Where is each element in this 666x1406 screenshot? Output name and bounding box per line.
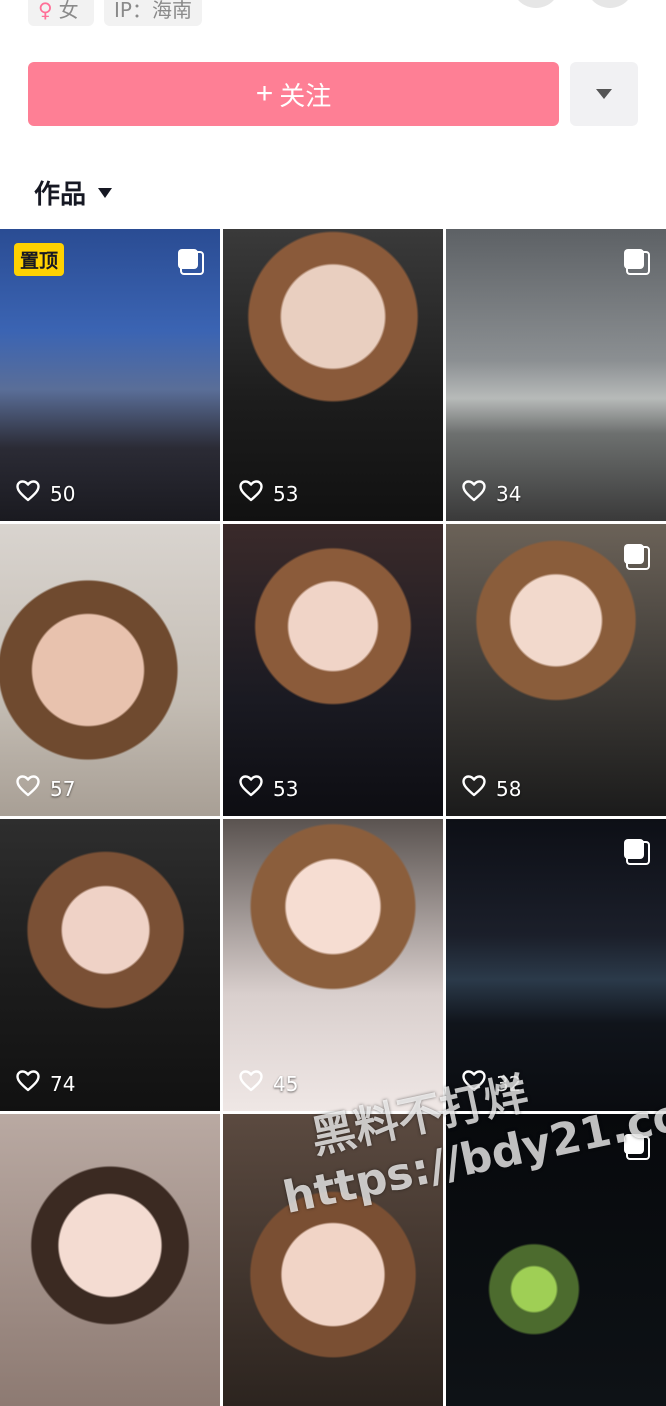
heart-icon — [16, 1070, 50, 1097]
like-count: 53 — [239, 775, 298, 802]
like-count: 74 — [16, 1070, 75, 1097]
heart-icon — [16, 775, 50, 802]
heart-icon — [239, 1070, 273, 1097]
header-circle-button[interactable] — [586, 0, 634, 8]
like-count: 57 — [16, 775, 75, 802]
post-thumbnail[interactable]: 45 — [223, 819, 443, 1111]
multi-image-icon — [624, 839, 650, 865]
post-thumbnail[interactable]: 34 — [446, 229, 666, 521]
section-title: 作品 — [34, 180, 87, 210]
like-count-value: 57 — [50, 776, 76, 801]
like-count-value: 58 — [496, 776, 522, 801]
ip-location-tag: IP：海南 — [104, 0, 202, 26]
ip-label: IP：海南 — [114, 0, 192, 22]
post-thumbnail[interactable]: 58 — [446, 524, 666, 816]
gender-tag: ♀ 女 — [28, 0, 94, 26]
caret-down-icon — [98, 187, 113, 198]
post-thumbnail[interactable]: 53 — [223, 524, 443, 816]
like-count: 45 — [239, 1070, 298, 1097]
heart-icon — [16, 480, 50, 507]
works-tab-dropdown[interactable]: 作品 — [34, 174, 113, 211]
heart-icon — [239, 775, 273, 802]
like-count-value: 53 — [273, 776, 299, 801]
multi-image-icon — [624, 249, 650, 275]
heart-icon — [462, 480, 496, 507]
post-thumbnail[interactable]: 74 — [0, 819, 220, 1111]
like-count: 58 — [462, 775, 521, 802]
follow-button[interactable]: + 关注 — [28, 62, 559, 126]
plus-icon: + — [255, 77, 274, 110]
chevron-down-icon — [596, 89, 612, 99]
female-icon: ♀ — [38, 0, 53, 22]
heart-icon — [462, 775, 496, 802]
like-count: 34 — [462, 480, 521, 507]
like-count: 50 — [16, 480, 75, 507]
like-count-value: 45 — [273, 1071, 299, 1096]
multi-image-icon — [624, 544, 650, 570]
like-count-value: 53 — [273, 481, 299, 506]
post-thumbnail[interactable]: 53 — [223, 229, 443, 521]
post-thumbnail[interactable] — [0, 1114, 220, 1406]
like-count-value: 50 — [50, 481, 76, 506]
like-count: 53 — [239, 480, 298, 507]
heart-icon — [239, 480, 273, 507]
gender-label: 女 — [58, 0, 79, 22]
follow-label: 关注 — [279, 80, 332, 111]
post-thumbnail[interactable]: 57 — [0, 524, 220, 816]
post-thumbnail[interactable]: 置顶 50 — [0, 229, 220, 521]
like-count-value: 34 — [496, 481, 522, 506]
more-dropdown-button[interactable] — [570, 62, 638, 126]
pinned-badge: 置顶 — [14, 243, 65, 276]
header-circle-button[interactable] — [512, 0, 560, 8]
like-count-value: 74 — [50, 1071, 76, 1096]
multi-image-icon — [178, 249, 204, 275]
